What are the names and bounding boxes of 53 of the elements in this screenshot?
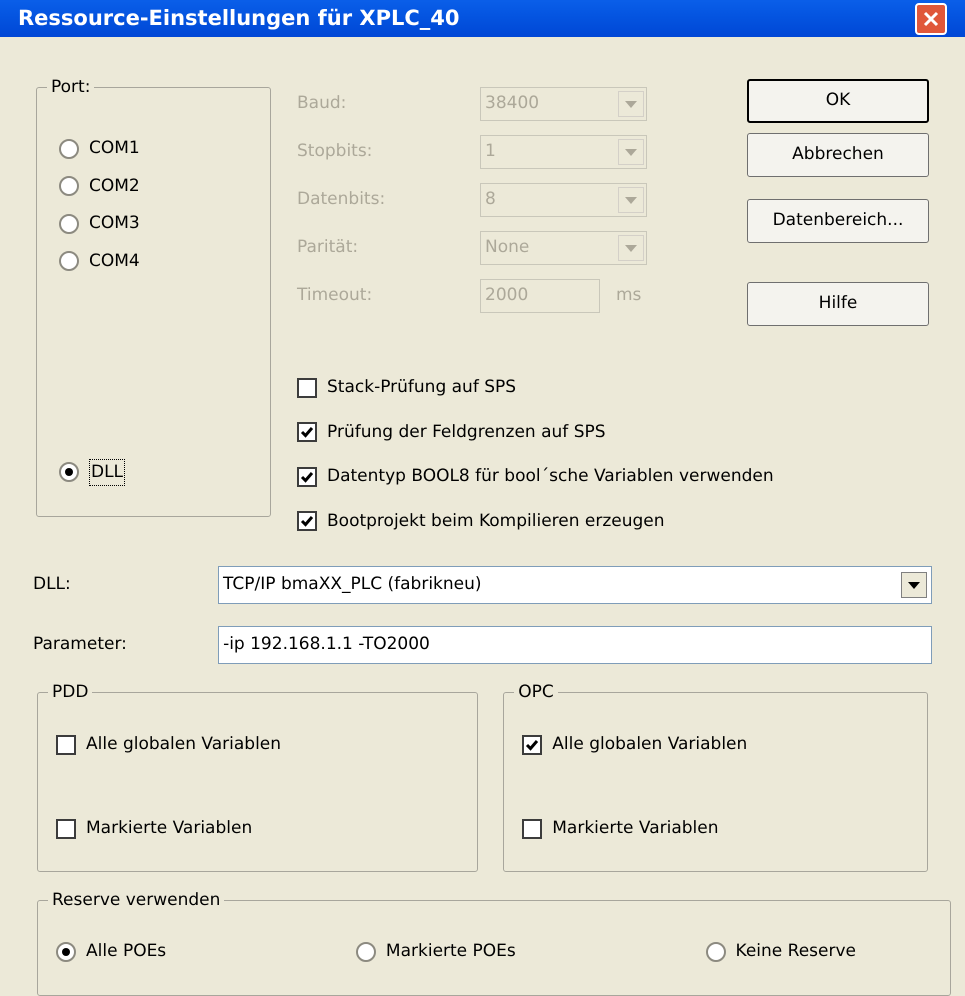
dialog-button[interactable]: Abbrechen <box>747 133 929 177</box>
field-label: Stopbits: <box>297 140 374 164</box>
checkbox[interactable] <box>56 819 76 839</box>
dialog-button[interactable]: Hilfe <box>747 282 929 326</box>
dialog-button[interactable]: Datenbereich... <box>747 199 929 243</box>
radio-label: COM1 <box>89 137 140 160</box>
radio-button[interactable] <box>706 942 726 962</box>
unit-label: ms <box>616 284 642 308</box>
field-label: Datenbits: <box>297 188 386 212</box>
checkbox[interactable] <box>522 735 542 755</box>
radio-label: COM3 <box>89 212 140 235</box>
radio-label: Alle POEs <box>86 940 166 964</box>
radio-button[interactable] <box>56 942 76 962</box>
radio-label: DLL <box>89 458 126 486</box>
radio-button[interactable] <box>356 942 376 962</box>
radio-button[interactable] <box>59 251 79 272</box>
radio-button[interactable] <box>59 214 79 234</box>
checkbox[interactable] <box>297 466 317 487</box>
dialog-button[interactable]: OK <box>747 79 929 123</box>
close-button[interactable] <box>915 2 947 34</box>
dropdown[interactable]: TCP/IP bmaXX_PLC (fabrikneu) <box>218 566 932 604</box>
checkbox[interactable] <box>297 378 317 398</box>
close-icon <box>923 10 939 26</box>
field-label: DLL: <box>33 573 72 596</box>
radio-label: Markierte POEs <box>386 940 516 964</box>
check-mark-icon <box>300 514 314 528</box>
window-title: Ressource-Einstellungen für XPLC_40 <box>18 4 460 32</box>
check-mark-icon <box>300 425 314 440</box>
radio-button[interactable] <box>59 138 79 159</box>
checkbox-label: Bootprojekt beim Kompilieren erzeugen <box>327 510 665 532</box>
checkbox-label: Markierte Variablen <box>86 817 252 840</box>
checkbox[interactable] <box>297 511 317 532</box>
checkbox[interactable] <box>522 819 542 839</box>
radio-label: COM4 <box>89 250 140 272</box>
field-label: Parameter: <box>33 633 128 656</box>
radio-label: COM2 <box>89 174 140 198</box>
check-mark-icon <box>525 738 540 752</box>
checkbox[interactable] <box>297 422 317 442</box>
checkbox-label: Markierte Variablen <box>552 817 718 840</box>
checkbox-label: Alle globalen Variablen <box>552 733 748 756</box>
field-label: Parität: <box>297 236 360 260</box>
check-mark-icon <box>300 470 314 484</box>
radio-button[interactable] <box>59 176 79 196</box>
checkbox-label: Alle globalen Variablen <box>86 733 282 756</box>
checkbox-label: Stack-Prüfung auf SPS <box>327 376 516 399</box>
radio-button[interactable] <box>59 462 79 482</box>
field-label: Baud: <box>297 92 348 116</box>
checkbox-label: Datentyp BOOL8 für bool´sche Variablen verwenden <box>327 465 774 488</box>
field-label: Timeout: <box>297 284 374 308</box>
checkbox-label: Prüfung der Feldgrenzen auf SPS <box>327 420 606 444</box>
radio-label: Keine Reserve <box>736 940 856 964</box>
input-field[interactable]: -ip 192.168.1.1 -TO2000 <box>218 626 932 664</box>
checkbox[interactable] <box>56 735 76 755</box>
